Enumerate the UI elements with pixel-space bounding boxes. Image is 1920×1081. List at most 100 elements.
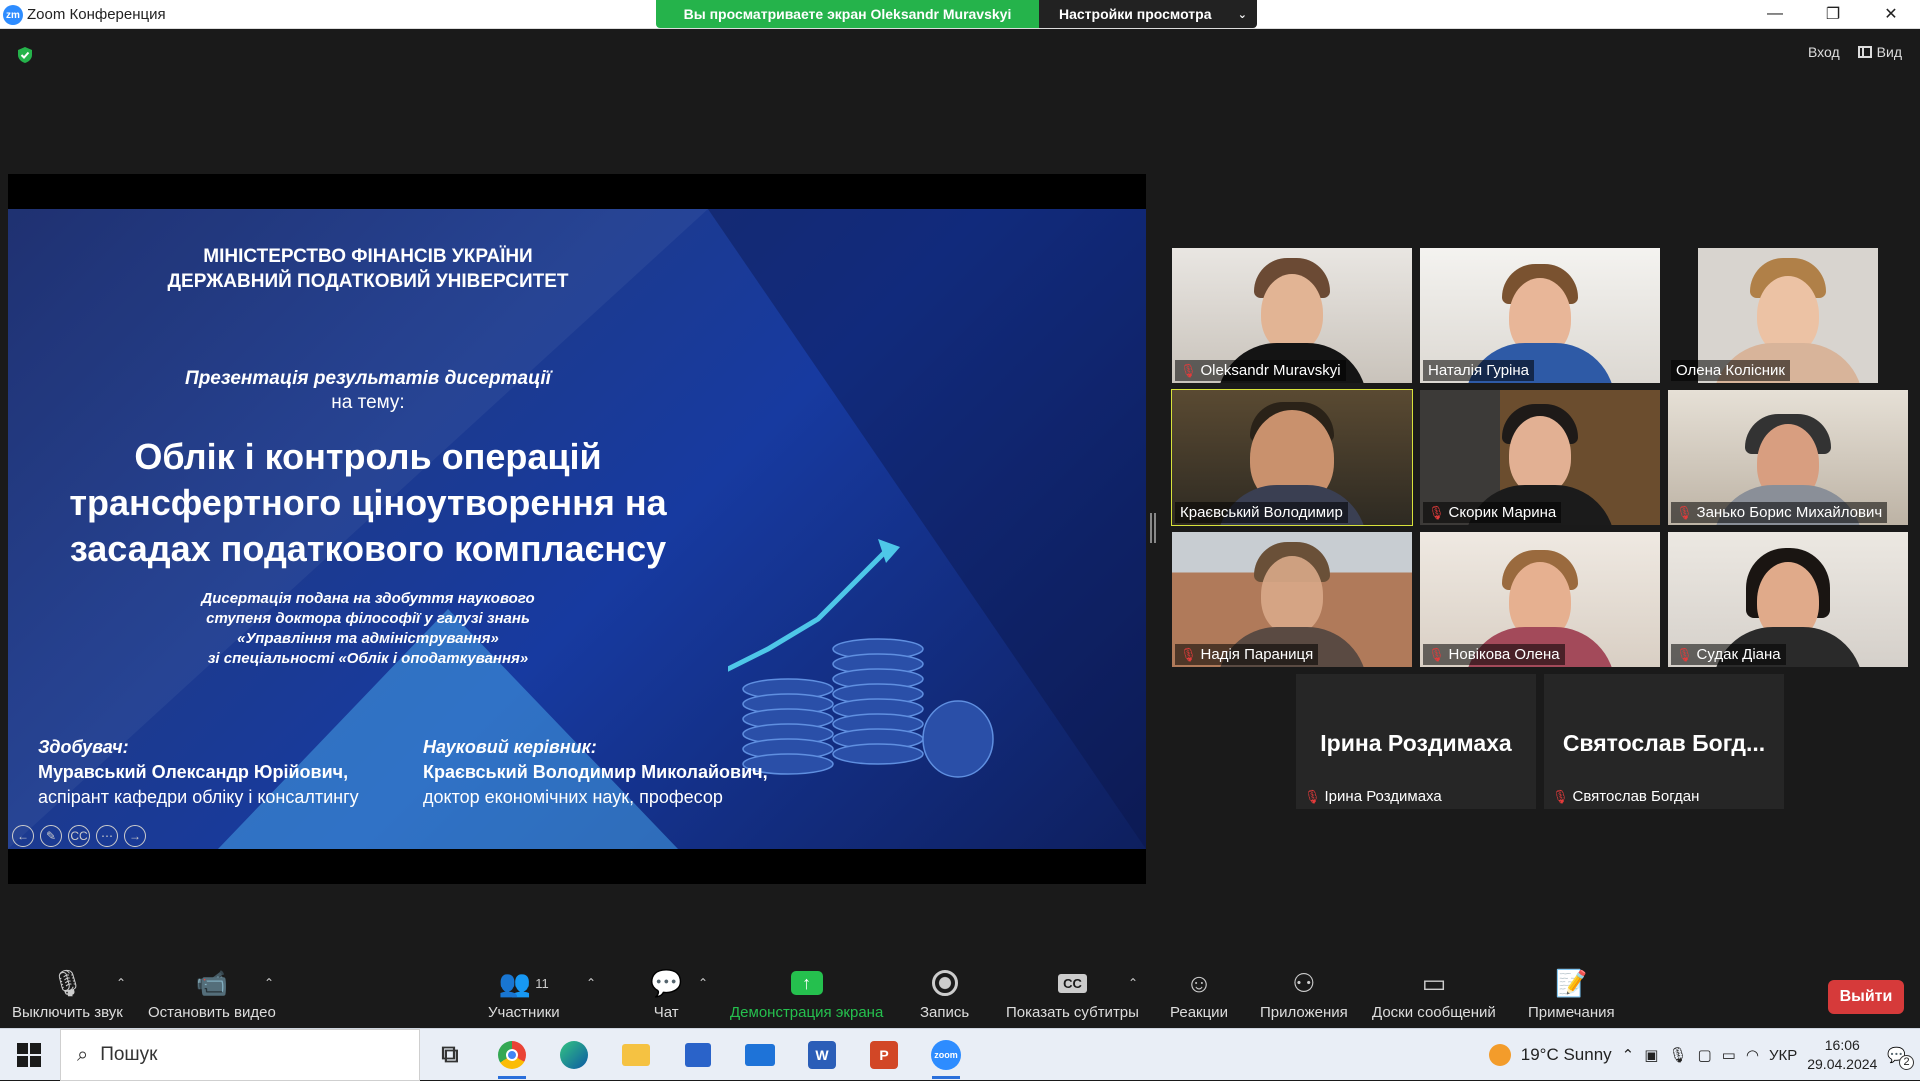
task-view-icon[interactable]: ⧉ (430, 1037, 470, 1073)
clock-date: 29.04.2024 (1807, 1056, 1878, 1072)
pen-icon[interactable]: ✎ (40, 825, 62, 847)
participant-tile[interactable]: Олена Колісник (1668, 248, 1908, 383)
restore-button[interactable]: ❐ (1804, 0, 1862, 28)
reactions-label: Реакции (1170, 1004, 1228, 1021)
share-screen-button[interactable]: ↑ Демонстрация экрана (730, 966, 883, 1021)
mic-muted-icon: 🎙 (1552, 788, 1569, 804)
participant-tile[interactable]: 🎙 Надія Параниця (1172, 532, 1412, 667)
coins-chart-illustration (728, 539, 994, 778)
participants-button[interactable]: 👥 11 Участники (488, 966, 560, 1022)
minimize-button[interactable]: — (1746, 0, 1804, 28)
display-icon[interactable]: ▢ (1697, 1046, 1711, 1064)
record-button[interactable]: Запись (920, 966, 969, 1021)
language-indicator[interactable]: УКР (1769, 1047, 1797, 1064)
tray-chevron-up-icon[interactable]: ⌃ (1622, 1046, 1635, 1064)
reactions-button[interactable]: ☺ Реакции (1170, 966, 1228, 1022)
whiteboards-label: Доски сообщений (1372, 1004, 1496, 1021)
whiteboards-button[interactable]: ▭ Доски сообщений (1372, 966, 1496, 1022)
sign-in-button[interactable]: Вход (1808, 44, 1840, 60)
more-icon[interactable]: ⋯ (96, 825, 118, 847)
participant-tile-no-video[interactable]: Ірина Роздимаха 🎙 Ірина Роздимаха (1296, 674, 1536, 809)
view-options-label: Настройки просмотра (1059, 6, 1212, 22)
video-person (1261, 274, 1323, 352)
chat-options-caret[interactable]: ⌃ (698, 976, 708, 990)
participants-options-caret[interactable]: ⌃ (586, 976, 596, 990)
record-icon (931, 966, 958, 1000)
next-slide-icon[interactable]: → (124, 825, 146, 847)
supervisor-name: Краєвський Володимир Миколайович, (423, 762, 768, 782)
participant-display-name: Святослав Богд... (1562, 730, 1766, 756)
notes-button[interactable]: 📝 Примечания (1528, 966, 1615, 1022)
word-icon[interactable]: W (802, 1037, 842, 1073)
participant-tile-active-speaker[interactable]: Краєвський Володимир (1171, 389, 1413, 526)
participant-tile[interactable]: 🎙 Скорик Марина (1420, 390, 1660, 525)
leave-meeting-button[interactable]: Выйти (1828, 980, 1904, 1014)
meet-now-icon[interactable]: ▣ (1644, 1046, 1658, 1064)
video-options-caret[interactable]: ⌃ (264, 976, 274, 990)
security-shield-icon[interactable] (16, 46, 34, 64)
taskbar-search[interactable]: ⌕ Пошук (60, 1029, 420, 1081)
mic-muted-icon: 🎙 (1428, 646, 1445, 662)
windows-start-icon[interactable] (17, 1043, 41, 1067)
participant-name-tag: 🎙 Ірина Роздимаха (1299, 786, 1447, 807)
system-tray: 19°C Sunny ⌃ ▣ 🎙 ▢ ▭ ◠ УКР 16:06 29.04.2… (1488, 1029, 1920, 1081)
slide-controls: ← ✎ CC ⋯ → (12, 825, 146, 847)
window-controls: — ❐ ✕ (1746, 0, 1920, 28)
microphone-tray-icon[interactable]: 🎙 (1668, 1046, 1687, 1064)
record-label: Запись (920, 1004, 970, 1021)
supervisor-label: Науковий керівник: (423, 737, 597, 757)
close-button[interactable]: ✕ (1862, 0, 1920, 28)
captions-button[interactable]: CC Показать субтитры (1006, 966, 1139, 1021)
prev-slide-icon[interactable]: ← (12, 825, 34, 847)
view-label: Вид (1876, 44, 1902, 60)
participant-name: Oleksandr Muravskyi (1200, 362, 1341, 379)
chat-label: Чат (653, 1004, 679, 1021)
notifications-icon[interactable]: 💬 2 (1887, 1046, 1914, 1070)
slide-supervisor: Науковий керівник: Краєвський Володимир … (423, 735, 768, 810)
zoom-app-icon[interactable]: zoom (926, 1037, 966, 1079)
participant-tile[interactable]: 🎙 Oleksandr Muravskyi (1172, 248, 1412, 383)
split-resize-handle[interactable] (1150, 513, 1156, 543)
captions-icon[interactable]: CC (68, 825, 90, 847)
chat-button[interactable]: 💬 Чат (650, 966, 683, 1022)
edge-icon[interactable] (554, 1037, 594, 1073)
slide-ministry: МІНІСТЕРСТВО ФІНАНСІВ УКРАЇНИ ДЕРЖАВНИЙ … (128, 244, 608, 294)
view-button[interactable]: Вид (1857, 44, 1902, 60)
participant-display-name: Ірина Роздимаха (1320, 730, 1512, 756)
participant-tile[interactable]: Наталія Гуріна (1420, 248, 1660, 383)
windows-taskbar: ⌕ Пошук ⧉ W P zoom 19°C Sunny ⌃ ▣ 🎙 ▢ ▭ … (0, 1028, 1920, 1081)
mail-icon[interactable] (740, 1037, 780, 1073)
meeting-toolbar: 🎙 Выключить звук ⌃ 📹 Остановить видео ⌃ … (0, 958, 1920, 1028)
mic-muted-icon: 🎙 (1676, 504, 1693, 520)
participants-label: Участники (488, 1004, 560, 1021)
participant-name: Святослав Богдан (1572, 788, 1700, 805)
audio-options-caret[interactable]: ⌃ (116, 976, 126, 990)
participant-tile[interactable]: 🎙 Занько Борис Михайлович (1668, 390, 1908, 525)
clock[interactable]: 16:06 29.04.2024 (1807, 1036, 1877, 1074)
participant-name-tag: 🎙 Oleksandr Muravskyi (1175, 360, 1346, 381)
apps-button[interactable]: ⚇ Приложения (1260, 966, 1348, 1022)
whiteboard-icon: ▭ (1421, 967, 1447, 998)
file-explorer-icon[interactable] (616, 1037, 656, 1073)
participant-tile-no-video[interactable]: Святослав Богд... 🎙 Святослав Богдан (1544, 674, 1784, 809)
mute-button[interactable]: 🎙 Выключить звук (12, 966, 123, 1022)
video-person (1261, 556, 1323, 634)
applicant-label: Здобувач: (38, 737, 129, 757)
powerpoint-icon[interactable]: P (864, 1037, 904, 1073)
participant-name: Краєвський Володимир (1180, 504, 1343, 521)
wifi-icon[interactable]: ◠ (1746, 1046, 1759, 1064)
store-icon[interactable] (678, 1037, 718, 1073)
slide-title-line: Облік і контроль операцій (134, 436, 602, 477)
chrome-icon[interactable] (492, 1037, 532, 1079)
participant-name-tag: Краєвський Володимир (1175, 502, 1348, 523)
stop-video-button[interactable]: 📹 Остановить видео (148, 966, 276, 1022)
share-screen-icon: ↑ (790, 966, 823, 1000)
captions-label: Показать субтитры (1006, 1004, 1139, 1021)
weather-text[interactable]: 19°C Sunny (1521, 1045, 1612, 1065)
battery-icon[interactable]: ▭ (1722, 1046, 1736, 1064)
chat-bubble-icon: 💬 (650, 967, 683, 998)
participant-tile[interactable]: 🎙 Судак Діана (1668, 532, 1908, 667)
participant-tile[interactable]: 🎙 Новікова Олена (1420, 532, 1660, 667)
captions-options-caret[interactable]: ⌃ (1128, 976, 1138, 990)
view-options-button[interactable]: Настройки просмотра ⌄ (1039, 0, 1257, 28)
